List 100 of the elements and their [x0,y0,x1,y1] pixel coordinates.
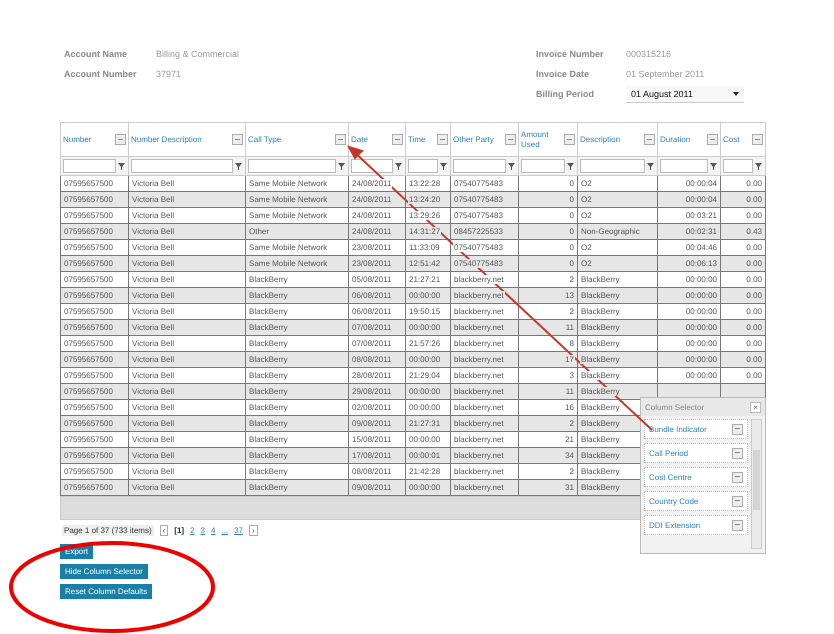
filter-icon[interactable] [754,162,763,170]
table-cell: Victoria Bell [131,339,176,348]
page-link[interactable]: ... [221,526,228,534]
table-cell: 34 [564,451,575,460]
filter-icon[interactable] [117,162,126,170]
table-cell: 07595657500 [63,275,114,284]
filter-field[interactable] [63,159,116,173]
column-header[interactable]: Call Type [248,134,282,144]
column-header[interactable]: Number Description [131,134,202,144]
column-option[interactable]: Country Code [644,491,748,511]
table-cell: Victoria Bell [131,419,176,428]
table-cell: 07595657500 [63,259,114,268]
table-cell: 07595657500 [63,227,114,236]
table-cell: 0.00 [745,371,763,380]
column-header[interactable]: Other Party [453,134,494,144]
table-cell: 07595657500 [63,243,114,252]
column-header[interactable]: Number [63,134,92,144]
column-option[interactable]: Cost Centre [644,467,748,487]
close-button[interactable]: × [750,402,761,412]
filter-field[interactable] [131,159,233,173]
filter-icon[interactable] [566,162,575,170]
table-cell: BlackBerry [580,291,621,300]
filter-field[interactable] [248,159,336,173]
table-cell: BlackBerry [580,323,621,332]
column-header[interactable]: Time [408,134,426,144]
table-cell: 2 [568,307,575,316]
table-cell: 12:51:42 [408,259,442,268]
filter-icon[interactable] [439,162,448,170]
next-page-button[interactable]: › [249,524,258,536]
table-cell: O2 [580,259,593,268]
filter-icon[interactable] [337,162,346,170]
table-cell: 00:00:00 [684,355,718,364]
minus-icon [235,138,240,140]
filter-icon[interactable] [234,162,243,170]
table-cell: 0.00 [745,291,763,300]
filter-field[interactable] [660,159,708,173]
column-menu-button[interactable] [115,134,126,145]
action-button[interactable]: Reset Column Defaults [60,584,152,599]
filter-field[interactable] [351,159,393,173]
table-cell: 21:57:26 [408,339,442,348]
page-link[interactable]: 4 [210,526,216,534]
filter-icon[interactable] [507,162,516,170]
page-link[interactable]: 2 [190,526,195,534]
filter-field[interactable] [723,159,753,173]
column-menu-button[interactable] [564,134,575,145]
table-cell: 00:00:00 [684,275,718,284]
table-cell: blackberry.net [453,483,505,492]
table-cell: Victoria Bell [131,179,176,188]
filter-icon[interactable] [709,162,718,170]
table-cell: Other [248,227,270,236]
table-cell: 00:00:00 [684,323,718,332]
column-option[interactable]: DDI Extension [644,515,748,535]
page-link[interactable]: [1] [174,526,184,534]
table-cell: 0 [568,259,575,268]
column-menu-button[interactable] [335,134,346,145]
filter-field[interactable] [408,159,438,173]
column-menu-button[interactable] [392,134,403,145]
table-cell: 00:00:00 [408,483,442,492]
scrollbar[interactable] [751,419,762,549]
column-menu-button[interactable] [707,134,718,145]
billing-period-dropdown[interactable]: 01 August 2011 [626,86,744,102]
column-menu-button[interactable] [232,134,243,145]
table-cell: 3 [568,371,575,380]
table-cell: 8 [568,339,575,348]
page-link[interactable]: 37 [234,526,243,534]
filter-field[interactable] [453,159,506,173]
column-header[interactable]: Cost [723,134,740,144]
column-option[interactable]: Call Period [644,443,748,463]
minus-icon [735,500,740,502]
table-cell: blackberry.net [453,323,505,332]
column-menu-button[interactable] [644,134,655,145]
table-cell: 00:00:00 [408,355,442,364]
table-cell: 23/08/2011 [351,243,392,252]
column-menu-button[interactable] [505,134,516,145]
table-cell: 07540775483 [453,211,504,220]
table-cell: Victoria Bell [131,259,176,268]
table-cell: 24/08/2011 [351,179,392,188]
table-cell: Victoria Bell [131,323,176,332]
table-cell: 07595657500 [63,483,114,492]
filter-field[interactable] [580,159,645,173]
filter-icon[interactable] [646,162,655,170]
minus-icon [755,138,760,140]
table-cell: 17/08/2011 [351,451,392,460]
minus-icon [440,138,445,140]
table-cell: blackberry.net [453,451,505,460]
column-header[interactable]: Duration [660,134,690,144]
table-cell: 07595657500 [63,419,114,428]
page-link[interactable]: 3 [200,526,205,534]
table-cell: BlackBerry [248,275,289,284]
column-header[interactable]: Date [351,134,368,144]
previous-page-button[interactable]: ‹ [160,524,168,536]
table-cell: 24/08/2011 [351,195,392,204]
filter-icon[interactable] [394,162,403,170]
table-cell: Same Mobile Network [248,195,328,204]
action-button[interactable]: Hide Column Selector [60,564,148,579]
column-menu-button[interactable] [437,134,448,145]
filter-field[interactable] [521,159,565,173]
column-header[interactable]: Description [580,134,620,144]
column-menu-button[interactable] [752,134,763,145]
table-cell: 11 [564,387,575,396]
